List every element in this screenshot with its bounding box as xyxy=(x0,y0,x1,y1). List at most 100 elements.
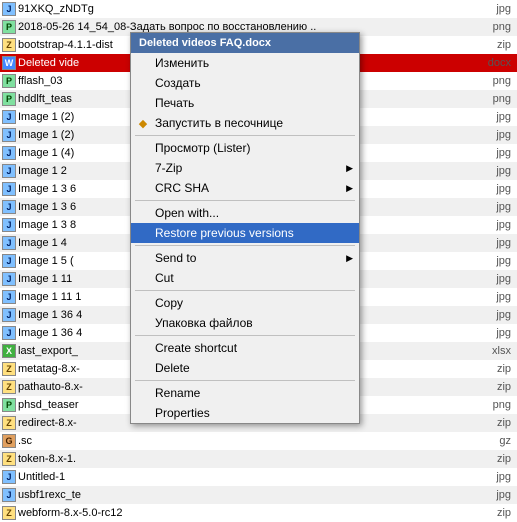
menu-item-label: Просмотр (Lister) xyxy=(155,141,250,155)
file-icon-jpg: J xyxy=(2,164,16,178)
file-ext: jpg xyxy=(480,471,515,483)
menu-item-label: 7-Zip xyxy=(155,161,182,175)
menu-separator xyxy=(135,380,355,381)
menu-item-label: Печать xyxy=(155,96,194,110)
menu-item-restore-previous-versions[interactable]: Restore previous versions xyxy=(131,223,359,243)
file-ext: png xyxy=(480,75,515,87)
file-ext: docx xyxy=(480,57,515,69)
file-icon-png: P xyxy=(2,92,16,106)
file-icon-gz: G xyxy=(2,434,16,448)
file-icon-jpg: J xyxy=(2,290,16,304)
file-row[interactable]: J Untitled-1 jpg xyxy=(0,468,517,486)
file-ext: jpg xyxy=(480,255,515,267)
menu-item-label: Open with... xyxy=(155,206,219,220)
menu-item-запустить-в-песочнице[interactable]: ◆Запустить в песочнице xyxy=(131,113,359,133)
menu-separator xyxy=(135,290,355,291)
file-row[interactable]: J usbf1rexc_te jpg xyxy=(0,486,517,504)
file-ext: jpg xyxy=(480,309,515,321)
file-icon-zip: Z xyxy=(2,506,16,520)
file-ext: png xyxy=(480,21,515,33)
context-menu-header: Deleted videos FAQ.docx xyxy=(131,33,359,53)
menu-item-cut[interactable]: Cut xyxy=(131,268,359,288)
menu-item-label: Restore previous versions xyxy=(155,226,294,240)
menu-item-label: Send to xyxy=(155,251,196,265)
file-row[interactable]: G .sc gz xyxy=(0,432,517,450)
file-ext: png xyxy=(480,93,515,105)
menu-item-7-zip[interactable]: 7-Zip xyxy=(131,158,359,178)
menu-item-rename[interactable]: Rename xyxy=(131,383,359,403)
menu-separator xyxy=(135,335,355,336)
file-icon-jpg: J xyxy=(2,128,16,142)
file-ext: jpg xyxy=(480,183,515,195)
file-icon-zip: Z xyxy=(2,362,16,376)
file-row[interactable]: J 91XKQ_zNDTg jpg xyxy=(0,0,517,18)
file-ext: jpg xyxy=(480,147,515,159)
menu-item-open-with...[interactable]: Open with... xyxy=(131,203,359,223)
file-ext: jpg xyxy=(480,129,515,141)
menu-item-label: Rename xyxy=(155,386,200,400)
file-ext: zip xyxy=(480,363,515,375)
menu-item-label: Запустить в песочнице xyxy=(155,116,283,130)
file-ext: xlsx xyxy=(480,345,515,357)
file-ext: png xyxy=(480,399,515,411)
file-name: Untitled-1 xyxy=(18,471,480,483)
menu-item-crc-sha[interactable]: CRC SHA xyxy=(131,178,359,198)
menu-item-label: Упаковка файлов xyxy=(155,316,253,330)
file-icon-jpg: J xyxy=(2,146,16,160)
menu-item-label: Create shortcut xyxy=(155,341,237,355)
menu-item-label: CRC SHA xyxy=(155,181,209,195)
file-icon-jpg: J xyxy=(2,488,16,502)
file-ext: jpg xyxy=(480,3,515,15)
file-icon-zip: Z xyxy=(2,38,16,52)
file-ext: gz xyxy=(480,435,515,447)
file-ext: jpg xyxy=(480,291,515,303)
menu-separator xyxy=(135,200,355,201)
file-name: usbf1rexc_te xyxy=(18,489,480,501)
file-icon-zip: Z xyxy=(2,380,16,394)
file-ext: jpg xyxy=(480,237,515,249)
file-icon-jpg: J xyxy=(2,110,16,124)
menu-item-label: Properties xyxy=(155,406,210,420)
menu-item-copy[interactable]: Copy xyxy=(131,293,359,313)
file-ext: zip xyxy=(480,507,515,519)
file-ext: jpg xyxy=(480,201,515,213)
file-ext: zip xyxy=(480,453,515,465)
menu-item-печать[interactable]: Печать xyxy=(131,93,359,113)
file-name: .sc xyxy=(18,435,480,447)
file-icon-jpg: J xyxy=(2,326,16,340)
file-icon-jpg: J xyxy=(2,2,16,16)
file-ext: jpg xyxy=(480,165,515,177)
file-ext: jpg xyxy=(480,219,515,231)
file-row[interactable]: Z webform-8.x-5.0-rc12 zip xyxy=(0,504,517,522)
file-icon-jpg: J xyxy=(2,236,16,250)
file-icon-docx: W xyxy=(2,56,16,70)
file-icon-xlsx: X xyxy=(2,344,16,358)
file-icon-zip: Z xyxy=(2,452,16,466)
file-icon-jpg: J xyxy=(2,470,16,484)
menu-item-delete[interactable]: Delete xyxy=(131,358,359,378)
menu-item-send-to[interactable]: Send to xyxy=(131,248,359,268)
file-row[interactable]: Z token-8.x-1. zip xyxy=(0,450,517,468)
menu-separator xyxy=(135,135,355,136)
file-ext: zip xyxy=(480,39,515,51)
file-icon-jpg: J xyxy=(2,254,16,268)
file-ext: jpg xyxy=(480,273,515,285)
menu-item-properties[interactable]: Properties xyxy=(131,403,359,423)
menu-item-создать[interactable]: Создать xyxy=(131,73,359,93)
file-icon-png: P xyxy=(2,20,16,34)
file-icon-png: P xyxy=(2,398,16,412)
file-name: 91XKQ_zNDTg xyxy=(18,3,480,15)
menu-item-create-shortcut[interactable]: Create shortcut xyxy=(131,338,359,358)
file-icon-jpg: J xyxy=(2,272,16,286)
file-name: token-8.x-1. xyxy=(18,453,480,465)
file-ext: zip xyxy=(480,381,515,393)
file-icon-zip: Z xyxy=(2,416,16,430)
context-menu: Deleted videos FAQ.docx ИзменитьСоздать П… xyxy=(130,32,360,424)
file-ext: zip xyxy=(480,417,515,429)
menu-item-изменить[interactable]: Изменить xyxy=(131,53,359,73)
menu-item-просмотр-(lister)[interactable]: Просмотр (Lister) xyxy=(131,138,359,158)
file-ext: jpg xyxy=(480,489,515,501)
file-ext: jpg xyxy=(480,111,515,123)
menu-item-упаковка-файлов[interactable]: Упаковка файлов xyxy=(131,313,359,333)
menu-item-label: Cut xyxy=(155,271,174,285)
